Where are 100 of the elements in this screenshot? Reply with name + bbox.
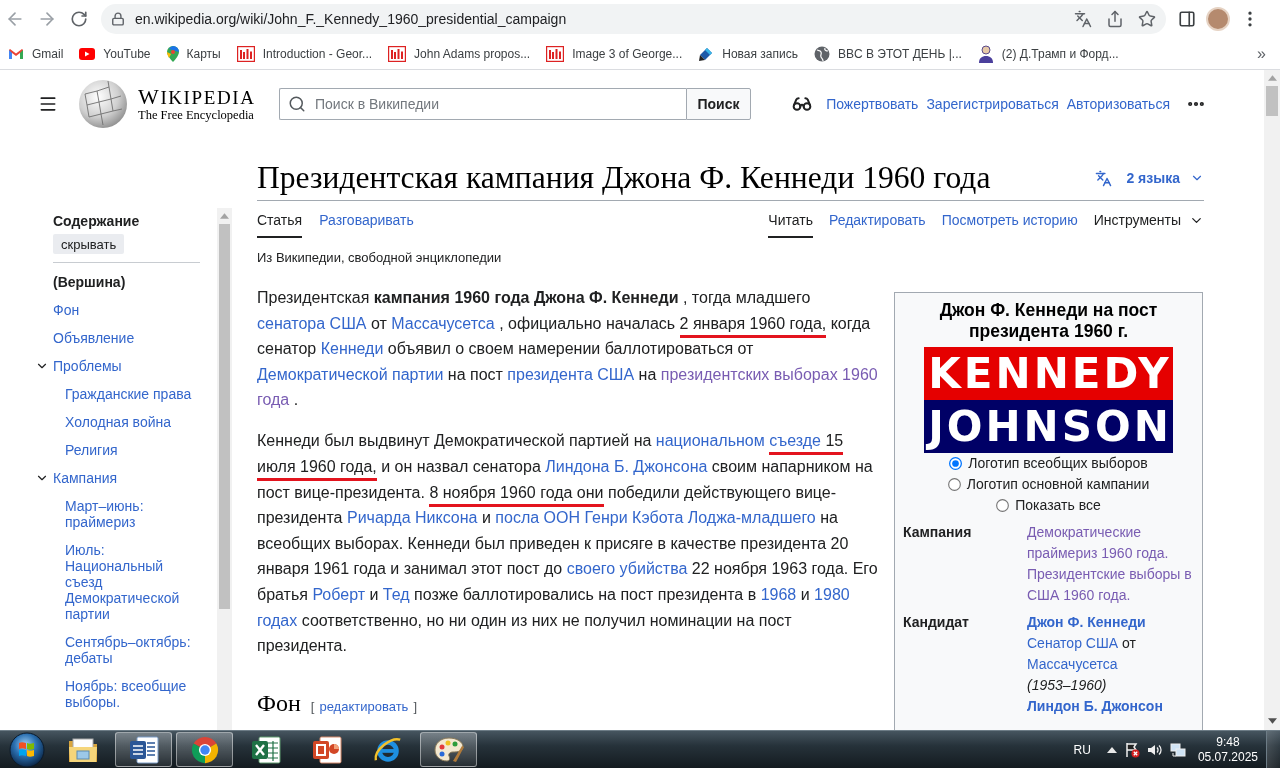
toc-heading: Содержание — [52, 212, 141, 231]
text-link[interactable]: 1980 — [814, 585, 850, 609]
taskbar-button[interactable] — [420, 732, 477, 767]
reload-icon[interactable] — [70, 10, 88, 28]
bookmark[interactable]: Image 3 of George... — [538, 39, 691, 68]
tab[interactable]: Читать — [768, 204, 813, 238]
flag-icon[interactable] — [1123, 741, 1140, 758]
toc-link[interactable]: Объявление — [53, 330, 135, 346]
header-link[interactable]: Зарегистрироваться — [926, 96, 1059, 112]
section-heading: Фон — [257, 688, 301, 718]
text-link[interactable]: съезде — [769, 432, 821, 456]
toc-link[interactable]: Кампания — [53, 470, 118, 486]
scrollbar-thumb[interactable] — [219, 224, 230, 609]
languages-button[interactable]: 2 языка — [1094, 169, 1204, 187]
tab[interactable]: Посмотреть историю — [941, 204, 1078, 238]
taskbar-button[interactable] — [115, 732, 172, 767]
start-orb-icon — [9, 731, 45, 768]
translate-icon[interactable] — [1074, 10, 1092, 28]
text-link[interactable]: Кеннеди — [320, 340, 384, 364]
toc-link[interactable]: Холодная война — [65, 414, 172, 430]
text-link[interactable]: Роберт — [312, 585, 365, 609]
puzzle-globe-logo[interactable] — [78, 79, 128, 129]
tab[interactable]: Статья — [257, 204, 303, 238]
text-link[interactable]: сенатора США — [257, 314, 367, 338]
infobox-label: Кандидат — [903, 613, 969, 632]
toc-link[interactable]: Июль: Национальный съезд Демократической партии — [65, 542, 200, 622]
bookmark[interactable]: YouTube — [71, 39, 159, 68]
scrollbar-thumb[interactable] — [1266, 86, 1278, 116]
toc-link[interactable]: Религия — [65, 442, 118, 458]
profile-avatar[interactable] — [1206, 7, 1230, 31]
caret-up-icon[interactable] — [1106, 746, 1117, 753]
network-icon[interactable] — [1169, 741, 1186, 758]
clock[interactable]: 9:48 05.07.2025 — [1197, 734, 1258, 765]
share-icon[interactable] — [1106, 10, 1124, 28]
bookmark[interactable]: Новая запись — [690, 39, 806, 68]
radio-icon[interactable] — [947, 478, 961, 491]
text-link[interactable]: президента США — [507, 365, 635, 389]
bookmark[interactable]: Gmail — [0, 39, 72, 68]
toc-link[interactable]: (Вершина) — [53, 274, 126, 290]
glasses-icon[interactable] — [792, 94, 813, 114]
header-link[interactable]: Авторизоваться — [1066, 96, 1170, 112]
toc-link[interactable]: Проблемы — [53, 358, 122, 374]
text-link[interactable]: Линдон Б. Джонсон — [1027, 696, 1195, 717]
text-link[interactable]: годах — [257, 611, 298, 635]
text-link[interactable]: посла ООН Генри Кэбота Лоджа-младшего — [495, 509, 816, 533]
library-logo-icon — [546, 45, 565, 62]
toc-link[interactable]: Фон — [53, 302, 80, 318]
language-indicator[interactable]: RU — [1067, 742, 1097, 757]
search-field[interactable]: Поиск в Википедии — [279, 88, 686, 120]
header-link[interactable]: Пожертвовать — [826, 96, 919, 112]
play-icon — [79, 47, 96, 60]
text-link[interactable]: Демократические праймериз 1960 года. — [1027, 522, 1195, 564]
toc-link[interactable]: Ноябрь: всеобщие выборы. — [65, 678, 200, 710]
text-link[interactable]: национальном — [655, 432, 770, 456]
text-link[interactable]: 1968 — [760, 585, 797, 609]
edit-link[interactable]: редактировать — [319, 698, 409, 714]
text-link[interactable]: Тед — [382, 585, 410, 609]
menu-icon[interactable] — [38, 94, 58, 114]
toc-link[interactable]: Сентябрь–октябрь: дебаты — [65, 634, 200, 666]
bookmark[interactable]: BBC В ЭТОТ ДЕНЬ |... — [805, 39, 970, 68]
bookmark[interactable]: Introduction - Geor... — [228, 39, 381, 68]
text-link[interactable]: президентских выборах 1960 — [660, 365, 878, 389]
tab[interactable]: Редактировать — [828, 204, 926, 238]
text-link[interactable]: года — [257, 391, 290, 415]
scrollbar[interactable] — [1264, 70, 1280, 730]
text-link[interactable]: Джон Ф. Кеннеди — [1027, 612, 1195, 633]
text-link[interactable]: Массачусетса — [1027, 656, 1118, 672]
wordmark[interactable]: WIKIPEDIA — [138, 85, 256, 108]
radio-icon[interactable] — [949, 457, 963, 470]
toc-link[interactable]: Март–июнь: праймериз — [65, 498, 200, 530]
globe-icon — [813, 45, 830, 62]
show-desktop-button[interactable] — [1266, 730, 1280, 768]
logo-banner: KENNEDY — [924, 347, 1173, 400]
radio-icon[interactable] — [996, 499, 1010, 512]
text-link[interactable]: Сенатор США — [1027, 635, 1119, 651]
radio-option[interactable]: Логотип всеобщих выборов — [949, 453, 1148, 474]
bookmark[interactable]: (2) Д.Трамп и Форд... — [969, 39, 1127, 68]
star-icon[interactable] — [1138, 10, 1156, 28]
text-link[interactable]: Массачусетса — [391, 314, 495, 338]
side-panel-icon[interactable] — [1178, 10, 1196, 28]
radio-option[interactable]: Логотип основной кампании — [947, 474, 1150, 495]
text-link[interactable]: Демократической партии — [257, 365, 444, 389]
bookmark[interactable]: Карты — [158, 39, 229, 68]
more-bookmarks-button[interactable]: » — [1253, 44, 1270, 63]
scroll-down-arrow-icon[interactable] — [1267, 718, 1277, 724]
text-link[interactable]: Ричарда Никсона — [346, 509, 478, 533]
radio-option[interactable]: Показать все — [996, 495, 1101, 516]
folder-icon — [66, 735, 99, 764]
search-button[interactable]: Поиск — [686, 88, 751, 120]
bookmark[interactable]: John Adams propos... — [380, 39, 539, 68]
hide-button[interactable]: скрывать — [53, 234, 125, 254]
text-link[interactable]: Президентские выборы в США 1960 года. — [1027, 564, 1195, 606]
tab[interactable]: Разговаривать — [319, 204, 414, 238]
text-link[interactable]: Линдона Б. Джонсона — [545, 457, 708, 481]
scrollbar[interactable] — [217, 208, 232, 730]
text-link[interactable]: своего убийства — [566, 560, 688, 584]
taskbar-button[interactable] — [176, 732, 233, 767]
toc-link[interactable]: Гражданские права — [65, 386, 192, 402]
tools-dropdown[interactable]: Инструменты — [1093, 204, 1204, 238]
address-bar[interactable]: en.wikipedia.org/wiki/John_F._Kennedy_1960_presidential_campaign — [101, 4, 1166, 34]
